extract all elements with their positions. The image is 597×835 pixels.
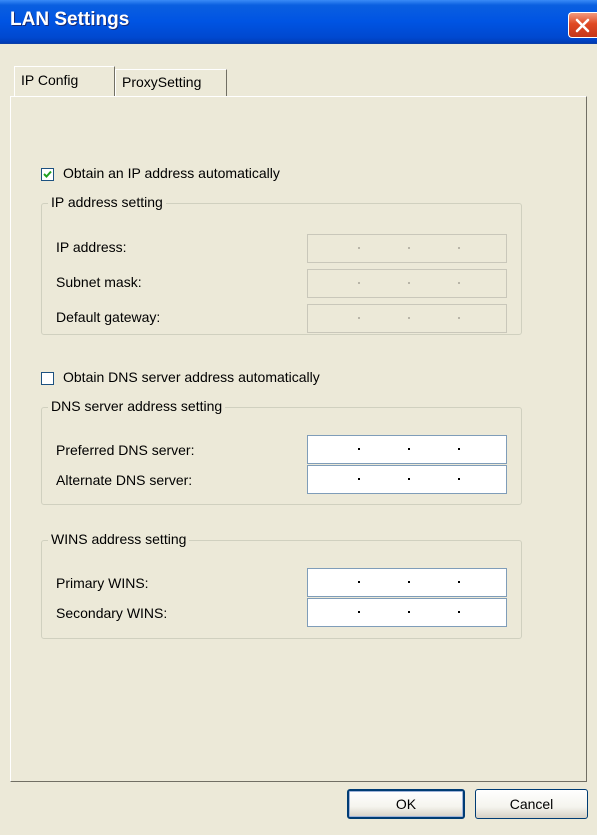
ip-address-input	[307, 234, 507, 263]
close-button[interactable]	[568, 12, 597, 38]
obtain-ip-auto-label[interactable]: Obtain an IP address automatically	[63, 165, 280, 181]
dns-group-legend: DNS server address setting	[48, 398, 226, 414]
ip-group-legend: IP address setting	[48, 194, 166, 210]
ip-address-label: IP address:	[56, 239, 127, 255]
default-gateway-label: Default gateway:	[56, 309, 161, 325]
ip-address-group: IP address setting IP address: Subnet ma…	[41, 194, 522, 335]
alternate-dns-label: Alternate DNS server:	[56, 472, 193, 488]
tab-panel: Obtain an IP address automatically IP ad…	[10, 96, 587, 782]
secondary-wins-input[interactable]	[307, 598, 507, 627]
dns-server-group: DNS server address setting Preferred DNS…	[41, 398, 522, 505]
check-icon	[43, 170, 52, 178]
default-gateway-input	[307, 304, 507, 333]
dialog-client-area: IP Config ProxySetting Obtain an IP addr…	[0, 44, 597, 835]
title-bar: LAN Settings	[0, 0, 597, 44]
cancel-button[interactable]: Cancel	[475, 789, 588, 819]
wins-address-group: WINS address setting Primary WINS: Secon…	[41, 531, 522, 639]
wins-group-legend: WINS address setting	[48, 531, 190, 547]
tab-proxy-setting[interactable]: ProxySetting	[115, 69, 227, 96]
tab-ip-config[interactable]: IP Config	[14, 66, 115, 96]
close-icon	[575, 18, 590, 33]
alternate-dns-input[interactable]	[307, 465, 507, 494]
preferred-dns-label: Preferred DNS server:	[56, 442, 195, 458]
primary-wins-input[interactable]	[307, 568, 507, 597]
subnet-mask-input	[307, 269, 507, 298]
obtain-dns-auto-checkbox[interactable]	[41, 372, 54, 385]
preferred-dns-input[interactable]	[307, 435, 507, 464]
window-title: LAN Settings	[10, 9, 130, 30]
obtain-dns-auto-label[interactable]: Obtain DNS server address automatically	[63, 369, 320, 385]
obtain-ip-auto-checkbox[interactable]	[41, 168, 54, 181]
secondary-wins-label: Secondary WINS:	[56, 605, 168, 621]
ok-button[interactable]: OK	[347, 789, 465, 819]
primary-wins-label: Primary WINS:	[56, 575, 149, 591]
subnet-mask-label: Subnet mask:	[56, 274, 142, 290]
